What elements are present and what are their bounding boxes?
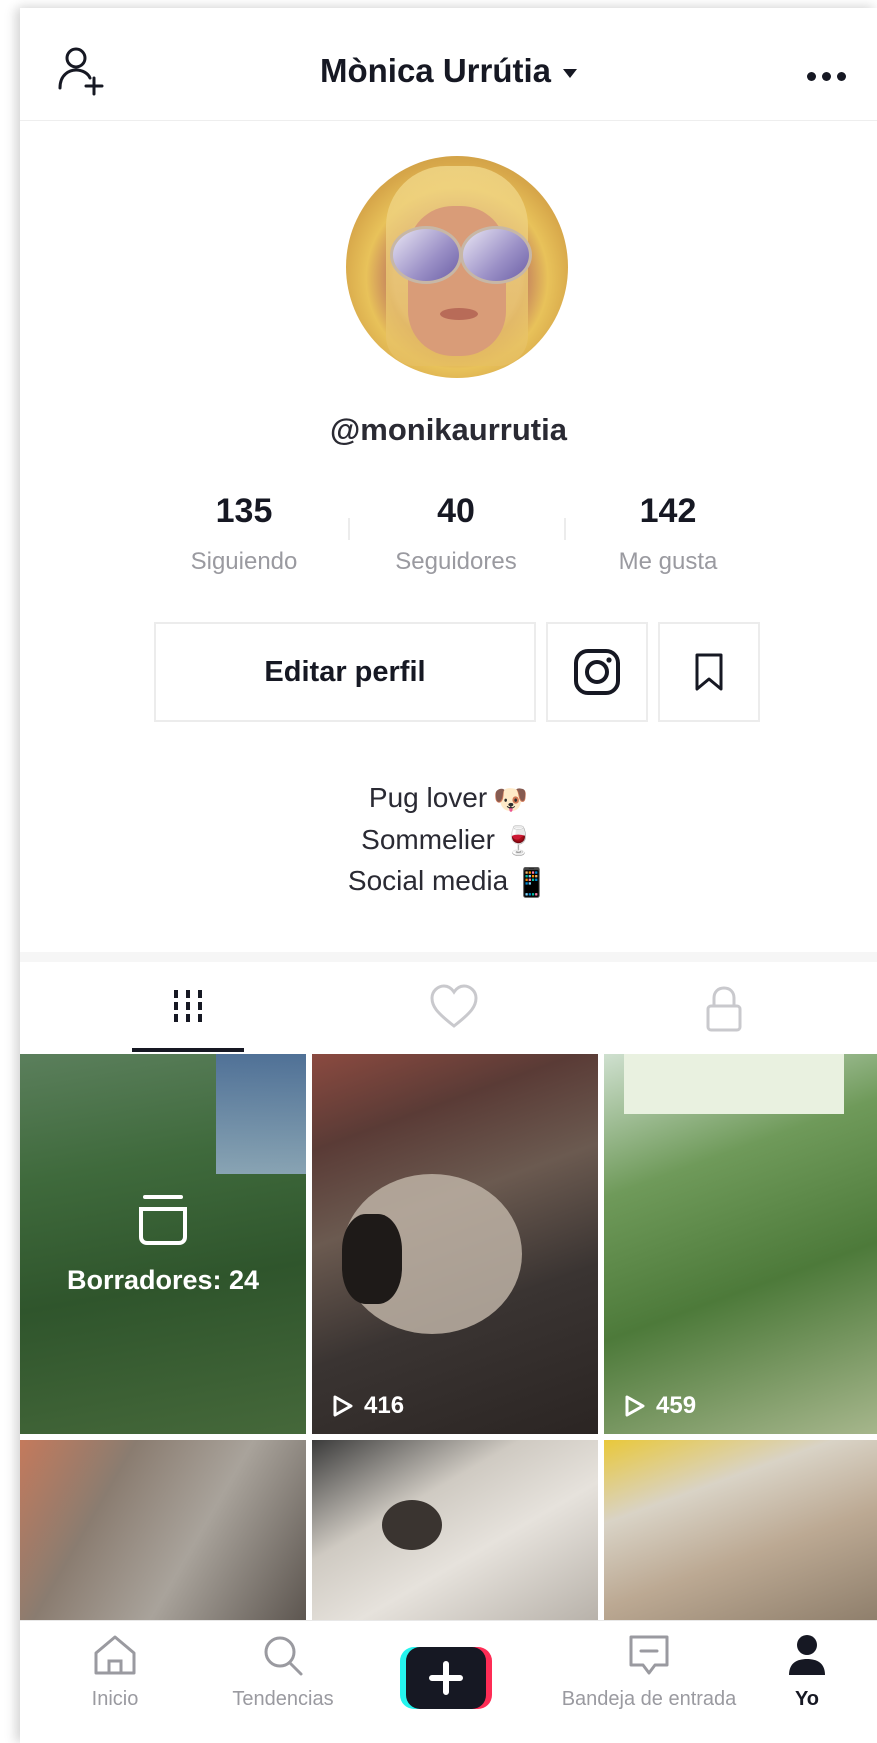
favorites-button[interactable] <box>658 622 760 722</box>
bio-line: Pug lover 🐶 <box>20 778 877 820</box>
account-switcher[interactable]: Mònica Urrútia <box>20 52 877 90</box>
likes-label: Me gusta <box>618 548 718 575</box>
heart-icon[interactable] <box>424 978 484 1038</box>
grid-icon[interactable] <box>158 978 218 1038</box>
bookmark-icon <box>695 653 723 691</box>
username: @monikaurrutia <box>330 412 567 447</box>
header-bar: Mònica Urrútia <box>20 8 877 121</box>
video-tile[interactable] <box>20 1440 306 1620</box>
search-icon <box>264 1636 303 1676</box>
stat-divider <box>564 518 566 540</box>
nav-home[interactable]: Inicio <box>40 1633 190 1711</box>
play-icon <box>333 1395 353 1417</box>
edit-profile-button[interactable]: Editar perfil <box>154 622 536 722</box>
bio-line: Social media 📱 <box>20 861 877 903</box>
page-title: Mònica Urrútia <box>319 52 552 89</box>
section-divider <box>20 952 877 962</box>
video-tile[interactable] <box>312 1440 598 1620</box>
wine-emoji-icon: 🍷 <box>500 825 536 857</box>
likes-count[interactable]: 142 <box>568 492 768 531</box>
more-icon[interactable] <box>807 68 855 81</box>
bio: Pug lover 🐶 Sommelier 🍷 Social media 📱 <box>20 778 877 903</box>
bio-line: Sommelier 🍷 <box>20 820 877 862</box>
video-tile[interactable] <box>604 1440 877 1620</box>
nav-discover[interactable]: Tendencias <box>208 1633 358 1711</box>
drafts-icon <box>139 1194 187 1245</box>
drafts-tile[interactable]: Borradores: 24 <box>20 1054 306 1434</box>
following-count[interactable]: 135 <box>144 492 344 531</box>
lock-icon[interactable] <box>694 978 754 1038</box>
view-count: 459 <box>624 1392 696 1420</box>
video-tile[interactable]: 416 <box>312 1054 598 1434</box>
following-label: Siguiendo <box>190 548 298 575</box>
dog-emoji-icon: 🐶 <box>493 783 529 815</box>
video-tile[interactable]: 459 <box>604 1054 877 1434</box>
active-tab-indicator <box>132 1048 244 1052</box>
stat-divider <box>348 518 350 540</box>
home-icon <box>94 1635 136 1675</box>
profile-icon <box>789 1635 825 1675</box>
chevron-down-icon <box>563 68 578 78</box>
nav-inbox[interactable]: Bandeja de entrada <box>554 1633 744 1711</box>
inbox-icon <box>629 1635 669 1675</box>
profile-screen: Mònica Urrútia @monikaurrutia 135 Siguie… <box>20 8 877 1743</box>
followers-label: Seguidores <box>395 548 517 575</box>
avatar[interactable] <box>346 156 568 378</box>
instagram-button[interactable] <box>546 622 648 722</box>
instagram-icon <box>574 649 620 695</box>
create-video-button[interactable] <box>400 1647 492 1709</box>
view-count: 416 <box>332 1392 404 1420</box>
phone-emoji-icon: 📱 <box>514 866 550 898</box>
bottom-nav: Inicio Tendencias Bandeja de entrada Yo <box>20 1620 877 1743</box>
play-icon <box>625 1395 645 1417</box>
nav-profile[interactable]: Yo <box>752 1633 862 1711</box>
followers-count[interactable]: 40 <box>356 492 556 531</box>
drafts-label: Borradores: 24 <box>66 1264 260 1295</box>
